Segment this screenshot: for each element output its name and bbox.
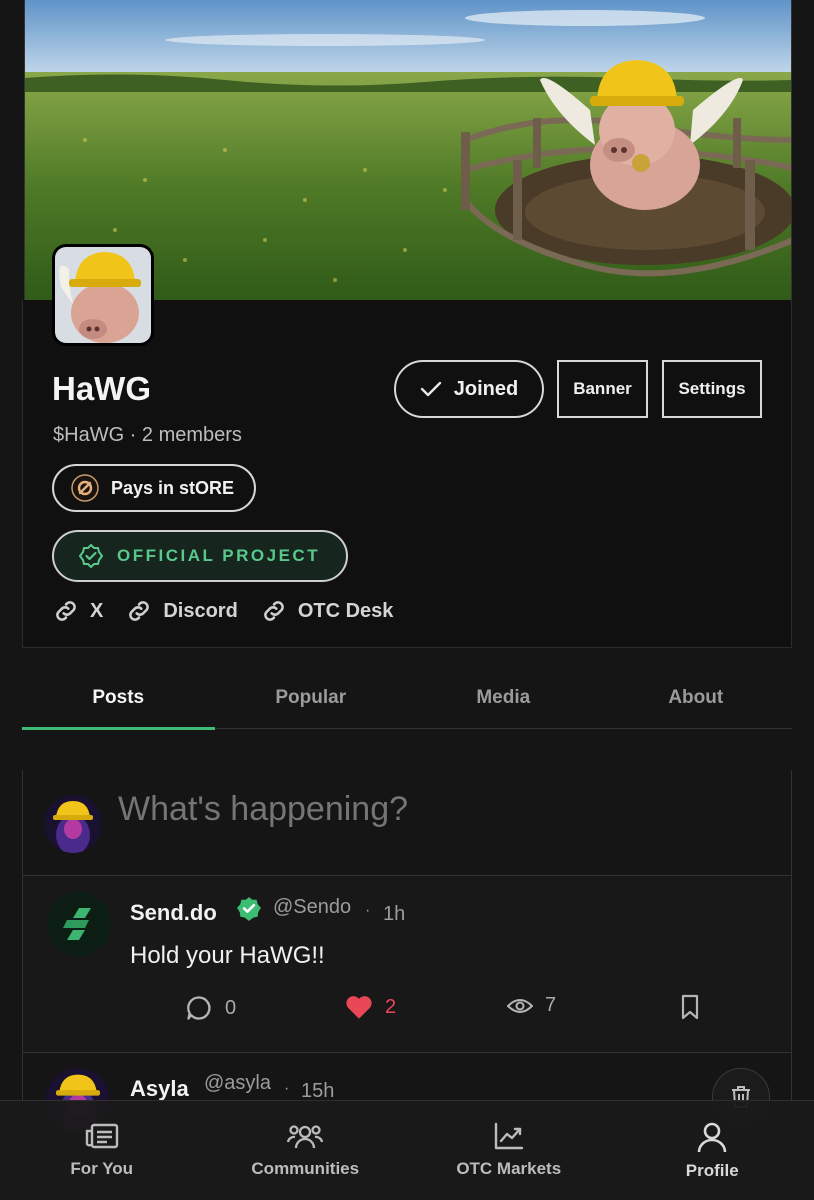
post-author-handle[interactable]: @Sendo: [273, 896, 351, 919]
link-icon: [129, 601, 150, 621]
community-subtitle: $HaWG · 2 members: [53, 424, 242, 446]
reply-count: 0: [225, 996, 237, 1019]
bottom-navigation: For You Communities OTC Markets Profile: [0, 1100, 814, 1200]
link-icon: [263, 601, 284, 621]
official-project-badge: OFFICIAL PROJECT: [52, 530, 348, 582]
pays-in-store-label: Pays in stORE: [111, 477, 235, 498]
settings-label: Settings: [678, 379, 746, 398]
heart-icon: [346, 996, 372, 1019]
tab-posts[interactable]: Posts: [22, 668, 215, 730]
checkmark-icon: [420, 381, 441, 397]
settings-button[interactable]: Settings: [662, 360, 762, 418]
like-count: 2: [385, 995, 397, 1018]
tab-about[interactable]: About: [600, 668, 793, 728]
link-x[interactable]: X: [52, 597, 103, 625]
people-icon: [287, 1125, 324, 1149]
nav-communities-label: Communities: [251, 1159, 360, 1178]
eye-icon: [507, 998, 533, 1013]
link-otc-desk-label: OTC Desk: [297, 599, 394, 622]
link-icon: [56, 601, 76, 621]
nav-profile[interactable]: Profile: [611, 1101, 814, 1200]
post-author-name[interactable]: Send.do: [130, 900, 217, 926]
banner-label: Banner: [573, 379, 632, 398]
user-icon: [697, 1122, 727, 1153]
community-links: X Discord OTC Desk: [52, 596, 415, 626]
nav-otc-markets[interactable]: OTC Markets: [407, 1101, 611, 1200]
nav-for-you-label: For You: [70, 1159, 134, 1178]
link-discord-label: Discord: [163, 599, 238, 622]
sendo-logo-icon: [63, 908, 91, 940]
post-author-avatar[interactable]: [47, 892, 111, 956]
post-author-handle[interactable]: @asyla: [204, 1072, 271, 1095]
nav-profile-label: Profile: [685, 1161, 739, 1180]
link-discord[interactable]: Discord: [125, 597, 238, 625]
link-x-label: X: [90, 599, 104, 622]
banner-button[interactable]: Banner: [557, 360, 648, 418]
bookmark-button[interactable]: [680, 994, 700, 1020]
store-token-icon: [71, 474, 99, 502]
post-timestamp: 1h: [383, 903, 406, 925]
post-author-name[interactable]: Asyla: [130, 1076, 189, 1102]
post-meta-separator: ·: [365, 902, 371, 919]
reply-button[interactable]: 0: [185, 994, 236, 1022]
tab-media[interactable]: Media: [407, 668, 600, 728]
tab-popular[interactable]: Popular: [215, 668, 408, 728]
composer-user-avatar[interactable]: [44, 795, 102, 853]
joined-label: Joined: [453, 377, 519, 400]
nav-for-you[interactable]: For You: [0, 1101, 204, 1200]
nav-communities[interactable]: Communities: [204, 1101, 408, 1200]
joined-button[interactable]: Joined: [394, 360, 544, 418]
link-otc-desk[interactable]: OTC Desk: [260, 597, 394, 625]
view-count: 7: [545, 994, 557, 1016]
community-avatar[interactable]: [52, 244, 154, 346]
post-meta-separator: ·: [284, 1080, 290, 1097]
chart-icon: [494, 1122, 523, 1150]
community-title: HaWG: [52, 370, 151, 407]
post-text: Hold your HaWG!!: [130, 942, 325, 969]
verified-check-icon: [236, 896, 262, 927]
like-button[interactable]: 2: [345, 994, 396, 1020]
community-tabs: Posts Popular Media About: [22, 668, 793, 730]
pays-in-store-badge[interactable]: Pays in stORE: [52, 464, 256, 512]
bookmark-icon: [681, 994, 699, 1020]
official-project-label: OFFICIAL PROJECT: [117, 546, 321, 565]
comment-icon: [187, 996, 211, 1020]
verified-badge-icon: [79, 544, 103, 568]
newspaper-icon: [85, 1123, 118, 1149]
nav-otc-markets-label: OTC Markets: [456, 1159, 562, 1178]
views-indicator: 7: [507, 994, 556, 1017]
composer-input[interactable]: [118, 790, 718, 829]
